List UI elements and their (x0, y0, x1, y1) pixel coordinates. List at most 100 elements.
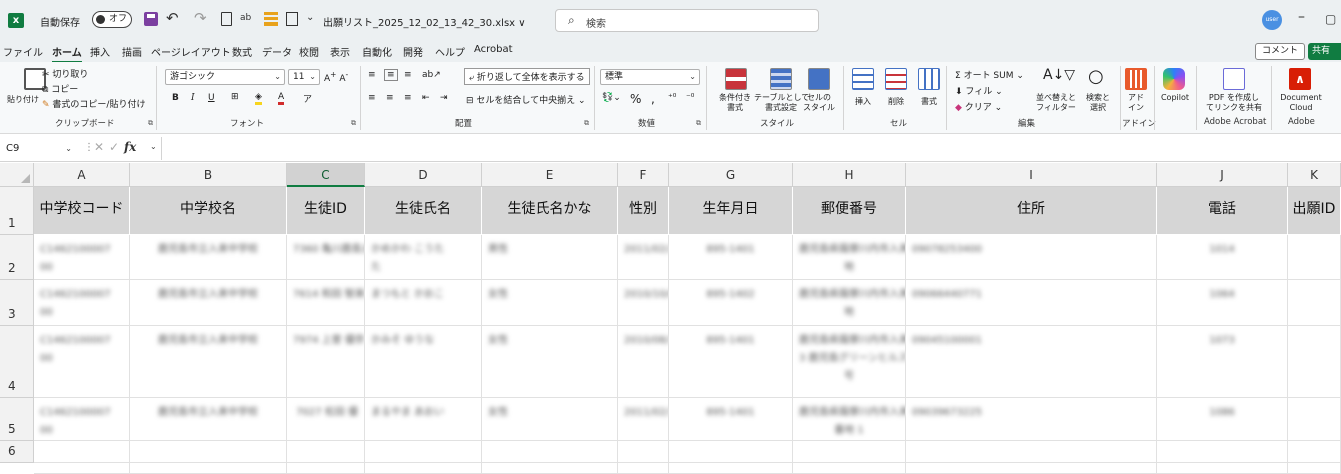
currency-icon[interactable]: 💱⌄ (602, 93, 621, 103)
save-icon[interactable] (144, 12, 158, 26)
table-cell[interactable] (669, 463, 793, 474)
font-grow-icon[interactable]: A+ A- (324, 70, 348, 84)
table-cell[interactable] (130, 441, 287, 463)
column-header-h[interactable]: H (793, 163, 906, 187)
table-cell[interactable]: まるやま あおい (365, 398, 482, 441)
table-cell[interactable] (1288, 235, 1341, 280)
table-cell[interactable]: 1073 (1157, 326, 1288, 398)
list-icon[interactable] (264, 12, 278, 26)
table-cell[interactable]: 09039673225 (906, 398, 1157, 441)
table-cell[interactable] (482, 441, 618, 463)
table-cell[interactable]: 7360 亀川鹿島太 (287, 235, 365, 280)
row-header-5[interactable]: 5 (0, 398, 34, 441)
table-cell[interactable]: 男性 (482, 235, 618, 280)
copilot-label[interactable]: Copilot (1156, 93, 1194, 103)
restore-icon[interactable]: ▢ (1325, 12, 1336, 26)
indent-increase-icon[interactable]: ⇥ (440, 93, 448, 103)
format-cells-label[interactable]: 書式 (916, 97, 942, 107)
delete-cells-label[interactable]: 削除 (883, 97, 909, 107)
tab-automate[interactable]: 自動化 (362, 44, 392, 59)
column-header-f[interactable]: F (618, 163, 669, 187)
format-painter-button[interactable]: ✎ 書式のコピー/貼り付け (42, 97, 145, 110)
alignment-launcher-icon[interactable]: ⧉ (584, 119, 589, 128)
copy-button[interactable]: ⧉ コピー (42, 82, 78, 95)
addins-icon[interactable] (1125, 68, 1147, 90)
table-cell[interactable]: 2011/02/17 (618, 398, 669, 441)
insert-cells-icon[interactable] (852, 68, 874, 90)
copy-file-icon[interactable] (286, 12, 298, 26)
decrease-decimal-icon[interactable]: ⁻⁰ (686, 93, 694, 103)
column-header-j[interactable]: J (1157, 163, 1288, 187)
customize-toolbar-icon[interactable]: ⌄ (306, 12, 314, 23)
table-cell[interactable]: 鹿児島市立入来中学校 (130, 280, 287, 326)
tab-draw[interactable]: 描画 (122, 44, 142, 59)
minimize-icon[interactable]: – (1298, 9, 1305, 25)
tab-formulas[interactable]: 数式 (232, 44, 252, 59)
comma-icon[interactable]: , (651, 92, 655, 106)
table-cell[interactable] (287, 463, 365, 474)
orientation-icon[interactable]: ab↗ (422, 70, 441, 80)
copilot-icon[interactable] (1163, 68, 1185, 90)
cancel-icon[interactable]: ✕ (94, 140, 104, 154)
table-cell[interactable]: C1462100007 00 (34, 235, 130, 280)
phonetic-icon[interactable]: ア (303, 92, 312, 105)
tab-help[interactable]: ヘルプ (435, 44, 465, 59)
row-header-1[interactable]: 1 (0, 187, 34, 235)
table-cell[interactable] (482, 463, 618, 474)
spreadsheet-grid[interactable]: A B C D E F G H I J K 1 2 3 4 5 6 中学校コード 中学校名 生徒ID 生徒氏名 生徒氏名か… (0, 163, 1341, 474)
chevron-down-icon[interactable]: ⌄ (150, 142, 157, 151)
undo-icon[interactable]: ↶ (166, 9, 179, 27)
table-cell[interactable] (365, 463, 482, 474)
cell-styles-label[interactable]: セルの スタイル (800, 93, 838, 113)
conditional-format-label[interactable]: 条件付き 書式 (712, 93, 758, 113)
insert-function-icon[interactable]: fx (124, 140, 136, 154)
table-cell[interactable]: 2011/02/25 (618, 235, 669, 280)
clear-button[interactable]: ◆ クリア ⌄ (955, 100, 1002, 113)
table-header-cell[interactable]: 性別 (618, 187, 669, 235)
name-box[interactable]: C9 ⌄ (4, 140, 74, 158)
insert-cells-label[interactable]: 挿入 (850, 97, 876, 107)
table-cell[interactable]: 鹿児島県薩摩川内市入来町副田4 1 5 2 番地 1 (793, 398, 906, 441)
table-cell[interactable]: 鹿児島市立入来中学校 (130, 235, 287, 280)
font-name-select[interactable]: 游ゴシック ⌄ (165, 69, 285, 85)
column-header-i[interactable]: I (906, 163, 1157, 187)
table-cell[interactable] (34, 441, 130, 463)
increase-decimal-icon[interactable]: ⁺⁰ (668, 93, 676, 103)
table-header-cell[interactable]: 生徒ID (287, 187, 365, 235)
table-cell[interactable] (618, 441, 669, 463)
sort-filter-label[interactable]: 並べ替えと フィルター (1030, 93, 1082, 113)
table-cell[interactable] (34, 463, 130, 474)
addins-label[interactable]: アド イン (1120, 93, 1152, 113)
column-header-c[interactable]: C (287, 163, 365, 187)
row-header-2[interactable]: 2 (0, 235, 34, 280)
table-header-cell[interactable]: 生徒氏名 (365, 187, 482, 235)
cell-styles-icon[interactable] (808, 68, 830, 90)
percent-icon[interactable]: % (630, 92, 641, 106)
table-cell[interactable]: 鹿児島市立入来中学校 (130, 326, 287, 398)
tab-data[interactable]: データ (262, 44, 292, 59)
bold-icon[interactable]: B (172, 93, 179, 103)
create-pdf-label[interactable]: PDF を作成し てリンクを共有 (1202, 93, 1266, 113)
tab-page-layout[interactable]: ページレイアウト (151, 44, 231, 59)
number-format-select[interactable]: 標準 ⌄ (600, 69, 700, 85)
table-cell[interactable]: 鹿児島県薩摩川内市入来町副田3130 番 地 (793, 235, 906, 280)
table-cell[interactable]: 1086 (1157, 398, 1288, 441)
table-cell[interactable]: 09045100001 (906, 326, 1157, 398)
spelling-icon[interactable]: ab (240, 13, 251, 23)
table-cell[interactable]: かめかわ こうた た (365, 235, 482, 280)
avatar[interactable]: user (1262, 10, 1282, 30)
tab-developer[interactable]: 開発 (403, 44, 423, 59)
redo-icon[interactable]: ↷ (194, 9, 207, 27)
new-file-icon[interactable] (221, 12, 232, 26)
column-header-k[interactable]: K (1288, 163, 1341, 187)
number-launcher-icon[interactable]: ⧉ (696, 119, 701, 128)
table-cell[interactable]: 1064 (1157, 280, 1288, 326)
tab-insert[interactable]: 挿入 (90, 44, 110, 59)
table-cell[interactable]: 鹿児島県薩摩川内市入来町副田6300番地 3 鹿児島グリーンヒルズ 市営住宅第1… (793, 326, 906, 398)
document-cloud-label[interactable]: Document Cloud (1278, 93, 1324, 113)
table-cell[interactable] (1288, 326, 1341, 398)
table-cell[interactable]: 女性 (482, 398, 618, 441)
table-header-cell[interactable]: 中学校コード (34, 187, 130, 235)
table-header-cell[interactable]: 生徒氏名かな (482, 187, 618, 235)
column-header-e[interactable]: E (482, 163, 618, 187)
